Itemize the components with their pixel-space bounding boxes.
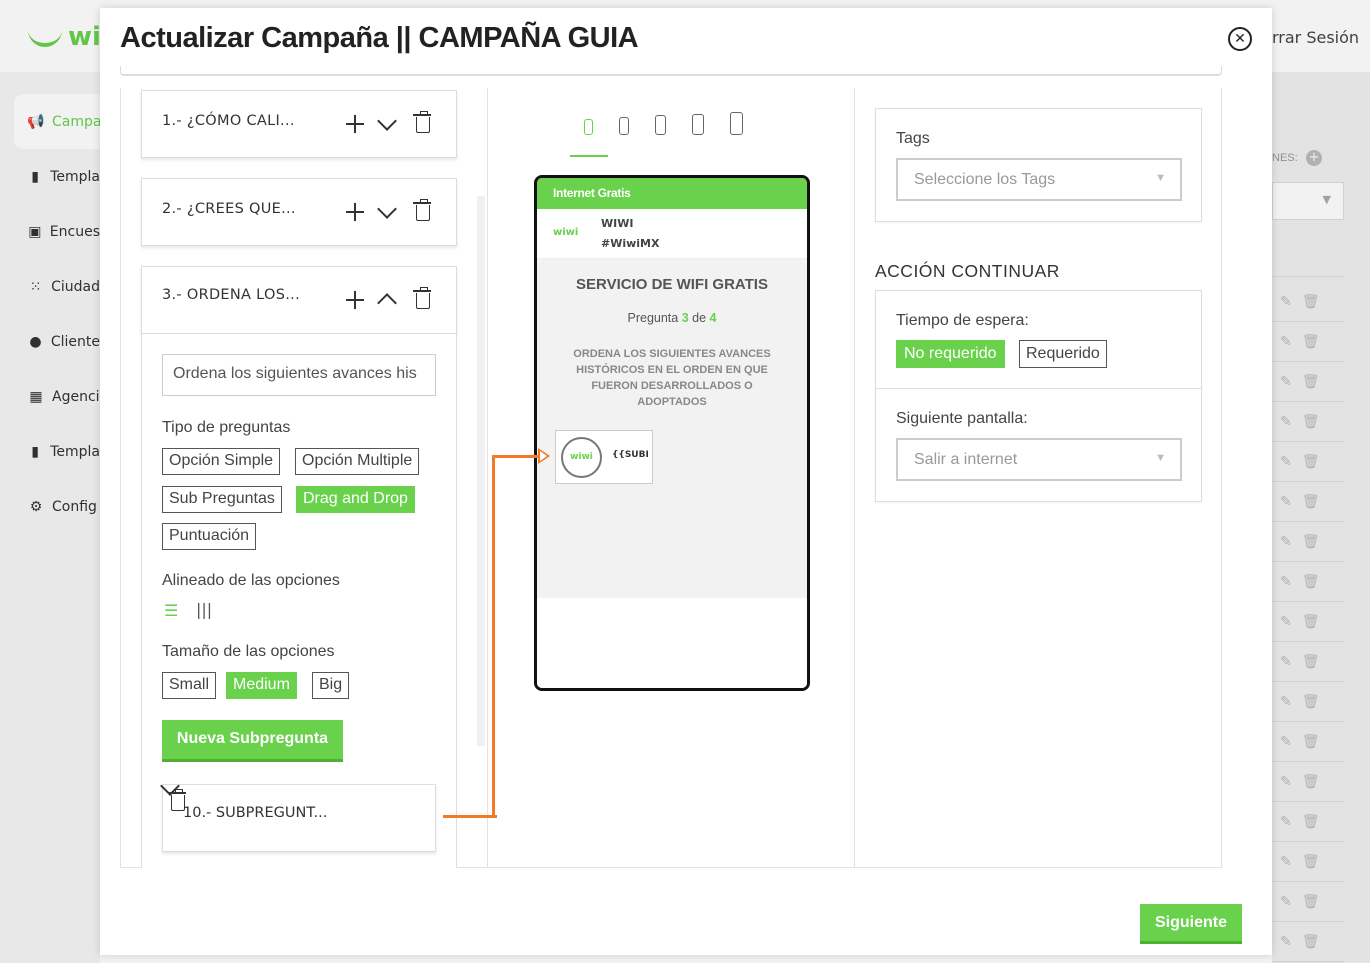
connector-line <box>492 455 495 818</box>
preview-question: ORDENA LOS SIGUIENTES AVANCES HISTÓRICOS… <box>573 348 771 408</box>
question-card-expanded[interactable]: 3.- ORDENA LOS... <box>141 266 457 334</box>
align-vertical-icon[interactable]: ||| <box>196 600 212 619</box>
type-option-multiple[interactable]: Opción Multiple <box>295 448 420 475</box>
caret-down-icon: ▼ <box>1155 452 1166 464</box>
type-option-sub[interactable]: Sub Preguntas <box>162 486 282 513</box>
preview-top-bar: Internet Gratis <box>537 178 807 209</box>
wait-option-not-required[interactable]: No requerido <box>896 340 1005 368</box>
next-screen-select[interactable]: Salir a internet ▼ <box>896 438 1182 481</box>
move-icon[interactable] <box>344 113 366 135</box>
next-button[interactable]: Siguiente <box>1140 904 1242 944</box>
progress-sep: de <box>692 311 707 325</box>
connector-line <box>443 815 497 818</box>
size-option-medium[interactable]: Medium <box>226 672 297 699</box>
preview-hashtag: #WiwiMX <box>601 237 660 250</box>
question-editor: Ordena los siguientes avances his Tipo d… <box>141 334 457 868</box>
chevron-up-icon[interactable] <box>377 293 397 313</box>
modal-title: Actualizar Campaña || CAMPAÑA GUIA <box>120 22 639 54</box>
section-title: ACCIÓN CONTINUAR <box>875 261 1060 281</box>
size-option-big[interactable]: Big <box>312 672 350 699</box>
divider <box>876 388 1201 389</box>
modal-body: 1.- ¿CÓMO CALI... 2.- ¿CREES QUE... 3.- … <box>120 88 1222 868</box>
tags-placeholder: Seleccione los Tags <box>914 171 1056 188</box>
preview-logo: wiwi <box>553 227 579 238</box>
preview-progress: Pregunta 3 de 4 <box>537 311 807 325</box>
device-phone-small-icon[interactable] <box>584 119 593 135</box>
caret-down-icon: ▼ <box>1155 172 1166 184</box>
close-icon[interactable]: ✕ <box>1228 27 1252 51</box>
scrollbar[interactable] <box>477 196 485 746</box>
tags-label: Tags <box>896 130 930 147</box>
trash-icon[interactable] <box>413 287 431 309</box>
next-screen-value: Salir a internet <box>914 451 1018 468</box>
questions-column: 1.- ¿CÓMO CALI... 2.- ¿CREES QUE... 3.- … <box>121 88 488 868</box>
size-option-small[interactable]: Small <box>162 672 217 699</box>
connector-arrow-icon <box>538 448 550 464</box>
size-label: Tamaño de las opciones <box>162 643 335 660</box>
wait-label: Tiempo de espera: <box>896 312 1029 329</box>
trash-icon[interactable] <box>413 199 431 221</box>
preview-drag-item[interactable]: wiwi {{SUBPREGUNTA}} <box>555 430 653 484</box>
move-icon[interactable] <box>344 201 366 223</box>
preview-column: Internet Gratis wiwi WIWI #WiwiMX SERVIC… <box>488 88 855 868</box>
question-card[interactable]: 2.- ¿CREES QUE... <box>141 178 457 246</box>
update-campaign-modal: Actualizar Campaña || CAMPAÑA GUIA ✕ 1.-… <box>100 8 1272 955</box>
type-option-drag-drop[interactable]: Drag and Drop <box>296 486 415 513</box>
continue-action-box: Tiempo de espera: No requerido Requerido… <box>875 290 1202 502</box>
tags-select[interactable]: Seleccione los Tags ▼ <box>896 158 1182 201</box>
trash-icon[interactable] <box>168 789 186 811</box>
next-screen-label: Siguiente pantalla: <box>896 410 1028 427</box>
settings-column: Tags Seleccione los Tags ▼ ACCIÓN CONTIN… <box>855 88 1223 868</box>
device-tablet-large-icon[interactable] <box>730 112 743 135</box>
subquestion-label: 10.- SUBPREGUNT... <box>183 805 328 821</box>
subquestion-card[interactable]: 10.- SUBPREGUNT... <box>160 776 436 852</box>
preview-item-text: {{SUBPREGUNTA}} <box>612 450 648 460</box>
progress-prefix: Pregunta <box>627 311 679 325</box>
progress-current: 3 <box>681 311 689 325</box>
preview-item-logo: wiwi <box>561 437 602 478</box>
question-label: 1.- ¿CÓMO CALI... <box>162 113 295 129</box>
type-label: Tipo de preguntas <box>162 419 291 436</box>
new-subquestion-button[interactable]: Nueva Subpregunta <box>162 720 343 762</box>
type-option-simple[interactable]: Opción Simple <box>162 448 281 475</box>
question-card[interactable]: 1.- ¿CÓMO CALI... <box>141 90 457 158</box>
type-option-score[interactable]: Puntuación <box>162 523 257 550</box>
align-label: Alineado de las opciones <box>162 572 340 589</box>
connector-line <box>492 455 542 458</box>
question-label: 2.- ¿CREES QUE... <box>162 201 296 217</box>
modal-top-divider <box>120 66 1222 76</box>
phone-preview: Internet Gratis wiwi WIWI #WiwiMX SERVIC… <box>534 175 810 691</box>
preview-header: wiwi WIWI #WiwiMX <box>537 209 807 259</box>
wait-option-required[interactable]: Requerido <box>1019 340 1107 368</box>
question-text-input[interactable]: Ordena los siguientes avances his <box>162 354 436 396</box>
tags-box: Tags Seleccione los Tags ▼ <box>875 108 1202 222</box>
preview-brand-name: WIWI <box>601 217 634 230</box>
device-selected-underline <box>570 155 608 157</box>
device-tablet-icon[interactable] <box>692 114 704 135</box>
question-label: 3.- ORDENA LOS... <box>162 287 300 303</box>
modal-header: Actualizar Campaña || CAMPAÑA GUIA ✕ <box>100 8 1272 74</box>
device-phone-large-icon[interactable] <box>655 115 666 135</box>
device-selector <box>584 112 743 135</box>
trash-icon[interactable] <box>413 111 431 133</box>
device-phone-icon[interactable] <box>619 117 629 135</box>
align-horizontal-icon[interactable]: ☰ <box>164 601 178 620</box>
chevron-down-icon[interactable] <box>377 111 397 131</box>
move-icon[interactable] <box>344 289 366 311</box>
progress-total: 4 <box>709 311 717 325</box>
chevron-down-icon[interactable] <box>377 199 397 219</box>
preview-bottom-area <box>537 598 807 688</box>
preview-title: SERVICIO DE WIFI GRATIS <box>576 276 768 293</box>
